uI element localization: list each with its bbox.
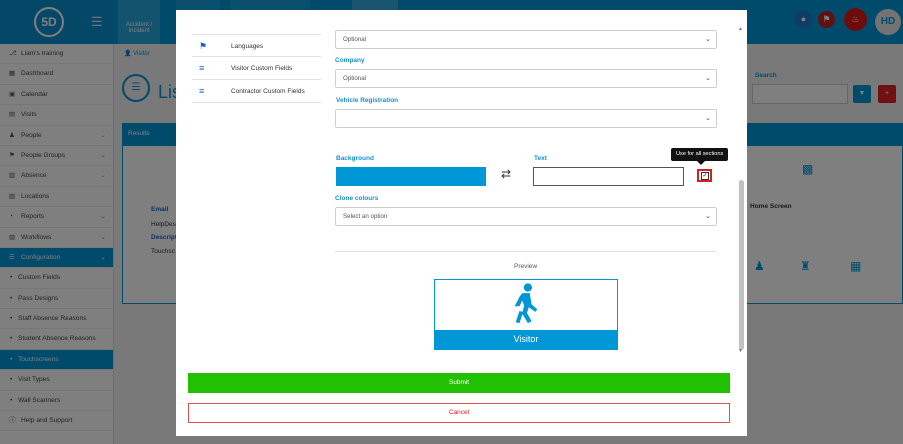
company-select[interactable]: Optional ⌄: [335, 69, 717, 88]
touchscreen-settings-modal: ⚑ Languages ≡ Visitor Custom Fields ≡ Co…: [176, 10, 747, 436]
preview-visitor-label: Visitor: [435, 330, 617, 349]
cancel-button[interactable]: Cancel: [188, 403, 730, 423]
checklist-icon: ≡: [199, 63, 205, 73]
swap-colors-icon[interactable]: ⇄: [501, 167, 511, 181]
scroll-up-arrow-icon[interactable]: ▲: [738, 26, 743, 32]
nav-item-label: Visitor Custom Fields: [231, 65, 293, 72]
nav-item-label: Languages: [231, 43, 264, 50]
preview-tile: Visitor: [434, 279, 618, 350]
chevron-down-icon: ⌄: [705, 75, 711, 82]
clone-colours-select[interactable]: Select an option ⌄: [335, 207, 717, 226]
chevron-down-icon: ⌄: [705, 213, 711, 220]
nav-item-contractor-custom-fields[interactable]: ≡ Contractor Custom Fields: [192, 80, 321, 103]
company-label: Company: [335, 57, 365, 64]
clone-colours-label: Clone colours: [335, 195, 379, 202]
vehicle-registration-select[interactable]: ⌄: [335, 109, 717, 128]
text-color-picker[interactable]: [533, 167, 684, 186]
use-for-all-tooltip: Use for all sections: [671, 148, 729, 165]
nav-item-languages[interactable]: ⚑ Languages: [192, 34, 321, 57]
form-area: Optional ⌄ Company Optional ⌄ Vehicle Regi…: [335, 10, 729, 370]
select-value: Optional: [343, 36, 367, 43]
vehicle-registration-label: Vehicle Registration: [336, 97, 399, 104]
background-color-picker[interactable]: [336, 167, 486, 186]
top-field-select[interactable]: Optional ⌄: [335, 30, 717, 49]
scrollbar-thumb[interactable]: [739, 180, 744, 350]
nav-item-visitor-custom-fields[interactable]: ≡ Visitor Custom Fields: [192, 57, 321, 80]
chevron-down-icon: ⌄: [705, 36, 711, 43]
use-for-all-checkbox-highlight: ✓: [697, 169, 712, 182]
chevron-down-icon: ⌄: [705, 115, 711, 122]
scroll-down-arrow-icon[interactable]: ▼: [738, 348, 743, 354]
flag-icon: ⚑: [199, 41, 208, 51]
divider: [335, 251, 717, 252]
use-for-all-checkbox[interactable]: ✓: [701, 172, 709, 180]
text-color-label: Text: [534, 155, 547, 162]
nav-item-label: Contractor Custom Fields: [231, 88, 305, 95]
background-label: Background: [336, 155, 374, 162]
select-value: Optional: [343, 75, 367, 82]
checklist-icon: ≡: [199, 86, 205, 96]
preview-label: Preview: [514, 263, 538, 270]
select-value: Select an option: [343, 213, 388, 220]
walking-person-icon: [514, 283, 538, 324]
submit-button[interactable]: Submit: [188, 373, 730, 393]
settings-nav: ⚑ Languages ≡ Visitor Custom Fields ≡ Co…: [192, 34, 321, 103]
modal-scrollbar[interactable]: ▲ ▼: [737, 26, 746, 356]
